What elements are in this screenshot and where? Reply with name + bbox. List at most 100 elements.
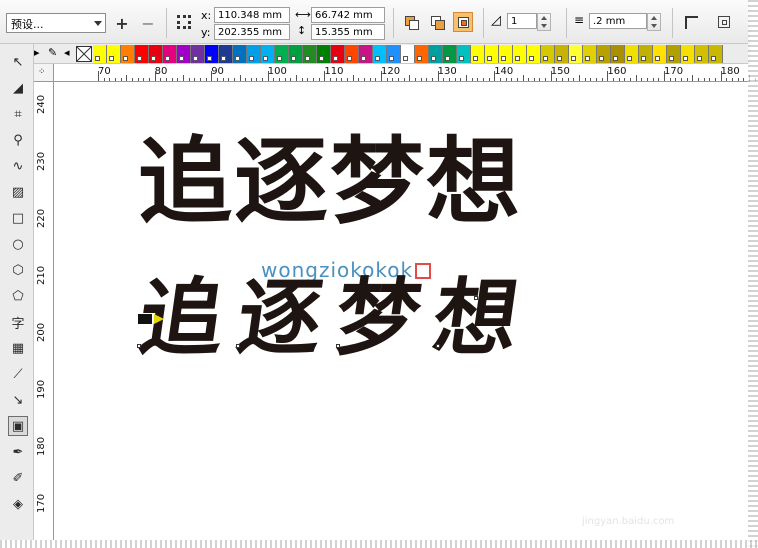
color-swatch[interactable] bbox=[611, 45, 625, 63]
color-swatch[interactable] bbox=[261, 45, 275, 63]
color-swatch[interactable] bbox=[443, 45, 457, 63]
color-swatch[interactable] bbox=[303, 45, 317, 63]
zoom-tool[interactable]: ⚲ bbox=[8, 130, 28, 150]
ellipse-tool[interactable]: ○ bbox=[8, 234, 28, 254]
corner-icon[interactable] bbox=[682, 12, 702, 32]
pick-tool[interactable]: ↖ bbox=[8, 52, 28, 72]
smart-fill-tool[interactable]: ▨ bbox=[8, 182, 28, 202]
table-tool[interactable]: ▦ bbox=[8, 338, 28, 358]
bold-title-text[interactable]: 追逐梦想 bbox=[138, 136, 522, 230]
color-swatch[interactable] bbox=[471, 45, 485, 63]
ruler-tick bbox=[471, 78, 473, 81]
text-tool[interactable]: 字 bbox=[8, 312, 28, 332]
color-swatch[interactable] bbox=[373, 45, 387, 63]
color-swatch[interactable] bbox=[415, 45, 429, 63]
color-swatch[interactable] bbox=[317, 45, 331, 63]
color-swatch[interactable] bbox=[583, 45, 597, 63]
object-origin-icon[interactable] bbox=[174, 12, 194, 32]
ruler-tick bbox=[579, 75, 581, 81]
color-swatch[interactable] bbox=[345, 45, 359, 63]
vertical-ruler[interactable]: 240 230 220 210 200 190 180 170 bbox=[34, 82, 54, 540]
width-field[interactable]: 66.742 mm bbox=[311, 7, 385, 23]
convert-icon[interactable] bbox=[714, 12, 734, 32]
preset-dropdown[interactable]: 预设... bbox=[6, 13, 106, 33]
origin-icon: ⁘ bbox=[38, 67, 46, 77]
color-swatch[interactable] bbox=[527, 45, 541, 63]
color-swatch[interactable] bbox=[163, 45, 177, 63]
color-swatch[interactable] bbox=[107, 45, 121, 63]
dimension-tool[interactable]: ⟋ bbox=[8, 364, 28, 384]
fill-tool[interactable]: ◈ bbox=[8, 494, 28, 514]
outline-tool[interactable]: ✐ bbox=[8, 468, 28, 488]
color-swatch[interactable] bbox=[639, 45, 653, 63]
count-spinner[interactable] bbox=[537, 13, 551, 31]
color-swatch[interactable] bbox=[541, 45, 555, 63]
eyedropper-icon[interactable]: ✎ bbox=[48, 46, 57, 59]
color-swatch[interactable] bbox=[387, 45, 401, 63]
ruler-origin[interactable]: ⁘ bbox=[34, 64, 54, 82]
color-swatch[interactable] bbox=[219, 45, 233, 63]
color-swatch[interactable] bbox=[149, 45, 163, 63]
color-swatch[interactable] bbox=[359, 45, 373, 63]
color-swatch[interactable] bbox=[597, 45, 611, 63]
node-handle[interactable] bbox=[336, 344, 340, 348]
color-swatch[interactable] bbox=[205, 45, 219, 63]
play-icon[interactable]: ▸ bbox=[34, 46, 40, 59]
color-swatch[interactable] bbox=[709, 45, 723, 63]
shape-tool[interactable]: ◢ bbox=[8, 78, 28, 98]
no-color-swatch[interactable] bbox=[76, 46, 92, 62]
color-swatch[interactable] bbox=[653, 45, 667, 63]
add-preset-button[interactable]: + bbox=[112, 13, 132, 33]
node-handle[interactable] bbox=[236, 344, 240, 348]
node-handle[interactable] bbox=[436, 344, 440, 348]
node-handle[interactable] bbox=[474, 296, 478, 300]
color-swatch[interactable] bbox=[513, 45, 527, 63]
remove-preset-button[interactable]: − bbox=[138, 13, 158, 33]
rectangle-tool[interactable]: □ bbox=[8, 208, 28, 228]
color-swatch[interactable] bbox=[499, 45, 513, 63]
node-handle[interactable] bbox=[137, 344, 141, 348]
color-swatch[interactable] bbox=[625, 45, 639, 63]
selected-node-marker[interactable] bbox=[138, 314, 152, 324]
outline-width-field[interactable]: .2 mm bbox=[589, 13, 647, 29]
color-swatch[interactable] bbox=[135, 45, 149, 63]
color-swatch[interactable] bbox=[457, 45, 471, 63]
height-field[interactable]: 15.355 mm bbox=[311, 24, 385, 40]
crop-tool[interactable]: ⌗ bbox=[8, 104, 28, 124]
connector-tool[interactable]: ↘ bbox=[8, 390, 28, 410]
polygon-tool[interactable]: ⬡ bbox=[8, 260, 28, 280]
x-position-field[interactable]: 110.348 mm bbox=[214, 7, 290, 23]
outline-width-spinner[interactable] bbox=[647, 13, 661, 31]
horizontal-ruler[interactable]: 70 80 90 100 110 120 130 140 150 160 170 180 bbox=[54, 64, 756, 82]
color-swatch[interactable] bbox=[289, 45, 303, 63]
ruler-tick-label: 200 bbox=[36, 322, 47, 342]
eyedropper-tool[interactable]: ✒ bbox=[8, 442, 28, 462]
text-icon: 字 bbox=[11, 316, 25, 332]
color-swatch[interactable] bbox=[485, 45, 499, 63]
color-swatch[interactable] bbox=[121, 45, 135, 63]
basic-shapes-tool[interactable]: ⬠ bbox=[8, 286, 28, 306]
y-position-field[interactable]: 202.355 mm bbox=[214, 24, 290, 40]
freehand-tool[interactable]: ∿ bbox=[8, 156, 28, 176]
forward-one-icon[interactable] bbox=[427, 12, 447, 32]
color-swatch[interactable] bbox=[233, 45, 247, 63]
color-swatch[interactable] bbox=[191, 45, 205, 63]
ruler-tick-label: 170 bbox=[664, 66, 684, 77]
color-swatch[interactable] bbox=[429, 45, 443, 63]
color-swatch[interactable] bbox=[401, 45, 415, 63]
to-front-icon[interactable] bbox=[453, 12, 473, 32]
count-field[interactable]: 1 bbox=[507, 13, 537, 29]
color-swatch[interactable] bbox=[93, 45, 107, 63]
color-swatch[interactable] bbox=[681, 45, 695, 63]
color-swatch[interactable] bbox=[569, 45, 583, 63]
scroll-left-icon[interactable]: ◂ bbox=[64, 46, 70, 59]
color-swatch[interactable] bbox=[331, 45, 345, 63]
color-swatch[interactable] bbox=[555, 45, 569, 63]
color-swatch[interactable] bbox=[275, 45, 289, 63]
color-swatch[interactable] bbox=[695, 45, 709, 63]
back-one-icon[interactable] bbox=[401, 12, 421, 32]
color-swatch[interactable] bbox=[177, 45, 191, 63]
interactive-tool[interactable]: ▣ bbox=[8, 416, 28, 436]
color-swatch[interactable] bbox=[667, 45, 681, 63]
color-swatch[interactable] bbox=[247, 45, 261, 63]
